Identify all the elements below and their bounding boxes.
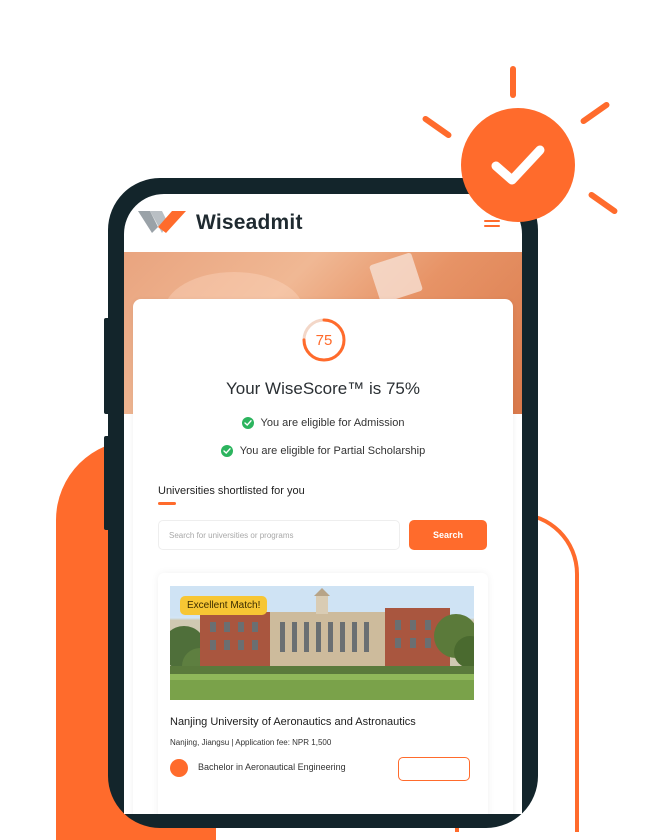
university-meta: Nanjing, Jiangsu | Application fee: NPR …	[170, 738, 332, 747]
shortlist-title: Universities shortlisted for you	[158, 485, 305, 497]
menu-icon[interactable]	[484, 220, 500, 230]
app-header: Wiseadmit	[124, 194, 522, 252]
sun-ray	[587, 190, 619, 216]
wiseadmit-logo-icon	[136, 207, 188, 240]
check-circle-icon	[241, 417, 254, 429]
sun-ray	[510, 66, 516, 98]
brand-name: Wiseadmit	[196, 211, 303, 234]
score-value: 75	[315, 331, 333, 349]
check-circle-icon	[220, 445, 233, 457]
phone-screen: Wiseadmit 75 Your WiseScore™ is 75% You …	[124, 194, 522, 814]
university-card[interactable]: Excellent Match! Nanjing University of A…	[158, 573, 488, 814]
match-badge: Excellent Match!	[180, 596, 268, 615]
eligibility-text: You are eligible for Admission	[260, 417, 405, 429]
score-title: Your WiseScore™ is 75%	[225, 379, 420, 398]
eligibility-item: You are eligible for Partial Scholarship	[133, 445, 513, 457]
success-check-icon	[461, 108, 575, 222]
sun-ray	[421, 114, 453, 140]
wisescore-card: 75 Your WiseScore™ is 75% You are eligib…	[133, 299, 513, 814]
program-action-button[interactable]	[398, 757, 470, 781]
sun-ray	[579, 100, 611, 126]
section-underline	[158, 502, 176, 505]
eligibility-item: You are eligible for Admission	[133, 417, 513, 429]
program-icon	[170, 759, 188, 777]
search-input[interactable]	[158, 520, 400, 550]
eligibility-text: You are eligible for Partial Scholarship	[239, 445, 426, 457]
university-name: Nanjing University of Aeronautics and As…	[170, 716, 416, 728]
university-photo: Excellent Match!	[170, 586, 474, 700]
search-button[interactable]: Search	[409, 520, 487, 550]
